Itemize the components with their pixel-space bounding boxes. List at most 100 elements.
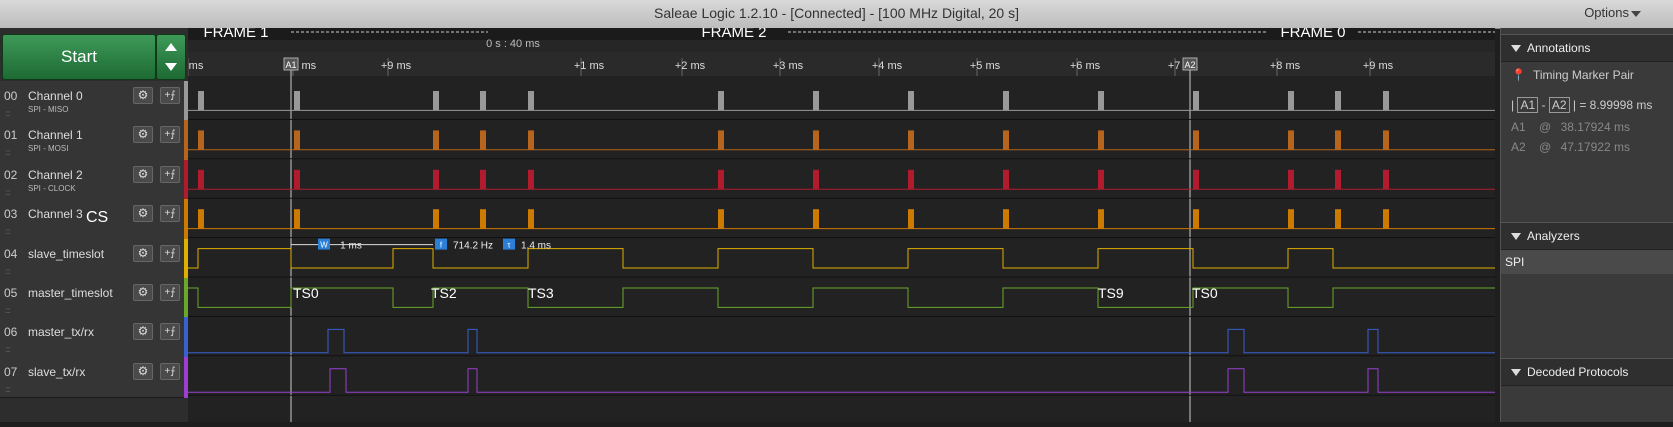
channel-row[interactable]: 06 master_tx/rx:::: ⚙ +⨍: [0, 317, 188, 359]
gear-icon[interactable]: ⚙: [133, 165, 153, 183]
spi-burst: [718, 209, 724, 229]
spi-burst: [718, 130, 724, 150]
gear-icon[interactable]: ⚙: [133, 362, 153, 380]
channel-name[interactable]: Channel 3: [28, 207, 83, 221]
tick-label: +6 ms: [1070, 60, 1101, 72]
timeslot-label: TS9: [1098, 285, 1124, 301]
gear-icon[interactable]: ⚙: [133, 205, 153, 223]
channel-row[interactable]: 05 master_timeslot:::: ⚙ +⨍: [0, 278, 188, 319]
chevron-down-icon: [165, 63, 177, 71]
drag-handle-icon[interactable]: ::::: [5, 109, 11, 118]
channel-name[interactable]: Channel 2: [28, 168, 83, 182]
spi-burst: [198, 169, 204, 190]
channel-analyzer-tag: SPI - MISO: [28, 105, 69, 114]
waveform-background: [188, 28, 1495, 422]
title-bar: Saleae Logic 1.2.10 - [Connected] - [100…: [0, 0, 1673, 29]
spi-burst: [198, 209, 204, 229]
trigger-icon[interactable]: +⨍: [160, 323, 180, 341]
drag-handle-icon[interactable]: ::::: [5, 267, 11, 276]
spi-burst: [1335, 91, 1341, 111]
start-options-button[interactable]: [156, 34, 186, 80]
marker-diff-row: | A1 - A2 | = 8.99998 ms: [1511, 97, 1653, 113]
spi-burst: [1383, 169, 1389, 190]
channel-number: 07: [4, 364, 18, 379]
spi-burst: [813, 91, 819, 111]
channel-number: 06: [4, 325, 18, 340]
start-button[interactable]: Start: [2, 34, 156, 80]
spi-burst: [433, 169, 439, 190]
spi-burst: [1335, 169, 1341, 190]
marker-a2-row: A2 @ 47.17922 ms: [1511, 140, 1630, 154]
spi-burst: [1335, 130, 1341, 150]
spi-burst: [1288, 91, 1294, 111]
options-menu-button[interactable]: Options: [1584, 5, 1629, 20]
drag-handle-icon[interactable]: ::::: [5, 188, 11, 197]
spi-burst: [294, 169, 300, 190]
collapse-triangle-icon[interactable]: [1511, 369, 1521, 376]
trigger-icon[interactable]: +⨍: [160, 165, 180, 183]
channel-name[interactable]: slave_timeslot: [28, 247, 104, 261]
period-value: 1.4 ms: [521, 241, 551, 252]
gear-icon[interactable]: ⚙: [133, 323, 153, 341]
drag-handle-icon[interactable]: ::::: [5, 148, 11, 157]
gear-icon[interactable]: ⚙: [133, 284, 153, 301]
channel-name[interactable]: master_tx/rx: [28, 325, 94, 339]
drag-handle-icon[interactable]: ::::: [5, 227, 11, 236]
spi-burst: [1098, 169, 1104, 190]
spi-burst: [1383, 91, 1389, 111]
channel-name[interactable]: master_timeslot: [28, 286, 113, 300]
channel-row[interactable]: 07 slave_tx/rx:::: ⚙ +⨍: [0, 356, 188, 398]
spi-burst: [1193, 91, 1199, 111]
channel-row[interactable]: 00 Channel 0 SPI - MISO:::: ⚙ +⨍: [0, 81, 188, 122]
trigger-icon[interactable]: +⨍: [160, 205, 180, 223]
gear-icon[interactable]: ⚙: [133, 87, 153, 104]
tick-label: +1 ms: [574, 60, 605, 72]
spi-burst: [1335, 209, 1341, 229]
gear-icon[interactable]: ⚙: [133, 244, 153, 262]
analyzers-header[interactable]: Analyzers: [1501, 222, 1673, 250]
tick-label: +4 ms: [872, 60, 903, 72]
gear-icon[interactable]: ⚙: [133, 126, 153, 144]
spi-burst: [198, 91, 204, 111]
spi-burst: [433, 209, 439, 229]
waveform-canvas[interactable]: FRAME 1 FRAME 2 FRAME 0 0 s : 40 ms ms +8 ms +…: [187, 24, 1495, 422]
trigger-icon[interactable]: +⨍: [160, 284, 180, 301]
spi-burst: [480, 209, 486, 229]
decoded-protocols-title: Decoded Protocols: [1527, 365, 1629, 379]
channel-name[interactable]: slave_tx/rx: [28, 365, 85, 379]
timeslot-label: TS0: [293, 285, 319, 301]
spi-burst: [1098, 91, 1104, 111]
trigger-icon[interactable]: +⨍: [160, 126, 180, 144]
channel-name[interactable]: Channel 0: [28, 89, 83, 103]
channel-row[interactable]: 04 slave_timeslot:::: ⚙ +⨍: [0, 238, 188, 280]
channel-analyzer-tag: SPI - CLOCK: [28, 183, 76, 193]
channel-row[interactable]: 01 Channel 1 SPI - MOSI:::: ⚙ +⨍: [0, 120, 188, 162]
trigger-icon[interactable]: +⨍: [160, 362, 180, 380]
width-icon-label: W: [320, 241, 328, 250]
spi-burst: [1003, 169, 1009, 190]
channel-row[interactable]: 03 Channel 3:::: ⚙ +⨍ CS: [0, 199, 188, 241]
collapse-triangle-icon[interactable]: [1511, 233, 1521, 240]
trigger-icon[interactable]: +⨍: [160, 87, 180, 104]
pin-icon: 📍: [1511, 68, 1526, 82]
marker-pair-label[interactable]: Timing Marker Pair: [1533, 68, 1634, 82]
collapse-triangle-icon[interactable]: [1511, 45, 1521, 52]
spi-burst: [1098, 130, 1104, 150]
decoded-protocols-header[interactable]: Decoded Protocols: [1501, 358, 1673, 386]
waveform-area[interactable]: FRAME 1 FRAME 2 FRAME 0 0 s : 40 ms ms +8 ms +…: [187, 24, 1495, 422]
drag-handle-icon[interactable]: ::::: [5, 345, 11, 354]
drag-handle-icon[interactable]: ::::: [5, 306, 11, 315]
analyzer-item-spi[interactable]: SPI: [1501, 250, 1673, 274]
spi-burst: [528, 209, 534, 229]
marker-a1-badge: A1: [1517, 97, 1539, 113]
channel-row[interactable]: 02 Channel 2 SPI - CLOCK:::: ⚙ +⨍: [0, 159, 188, 201]
chevron-down-icon[interactable]: [1631, 11, 1641, 17]
time-header: [188, 40, 1495, 52]
annotations-header[interactable]: Annotations: [1501, 34, 1673, 62]
spi-burst: [1383, 130, 1389, 150]
tick-label: +9 ms: [381, 60, 412, 72]
trigger-icon[interactable]: +⨍: [160, 244, 180, 262]
channel-name[interactable]: Channel 1: [28, 128, 83, 142]
spi-burst: [528, 130, 534, 150]
drag-handle-icon[interactable]: ::::: [5, 385, 11, 394]
